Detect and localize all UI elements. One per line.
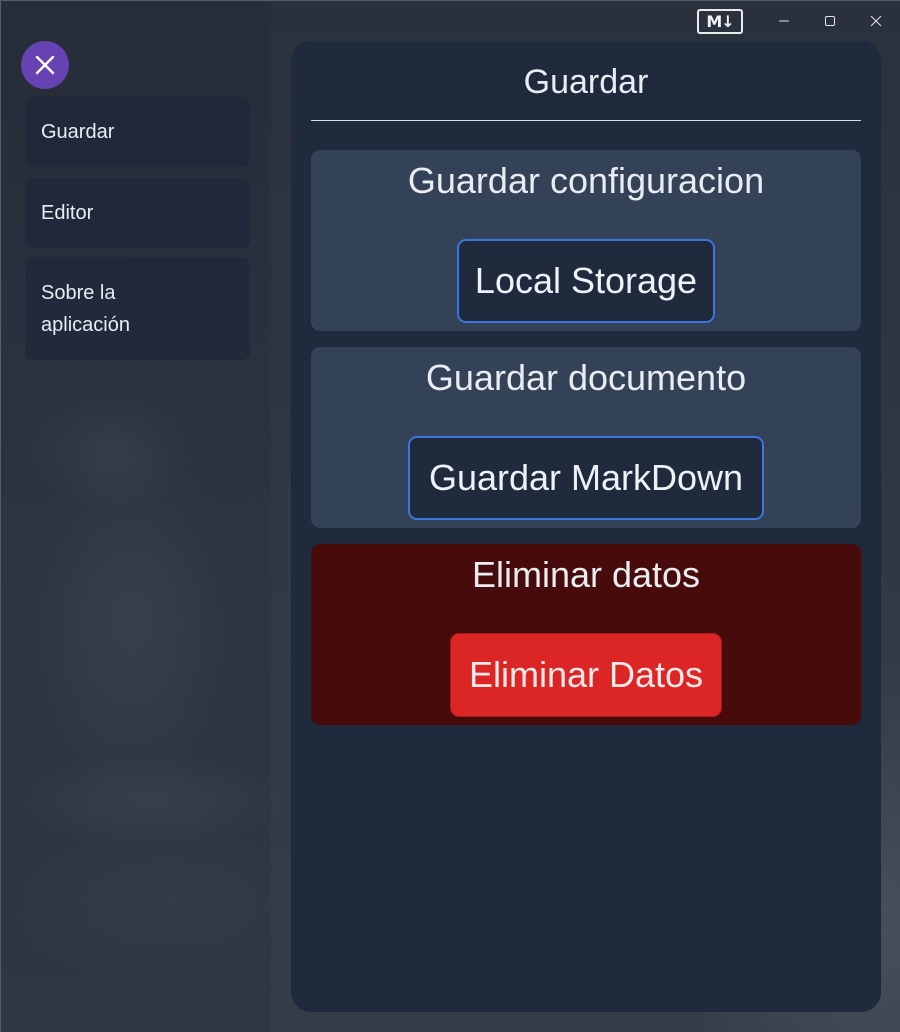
save-document-card: Guardar documento Guardar MarkDown <box>311 347 861 528</box>
save-document-title: Guardar documento <box>425 357 747 398</box>
markdown-logo: M↓ <box>697 8 743 34</box>
sidebar-item-label: Editor <box>41 202 94 224</box>
close-menu-button[interactable] <box>21 41 69 89</box>
delete-data-card: Eliminar datos Eliminar Datos <box>311 544 861 725</box>
sidebar-item-label: Sobre la aplicación <box>41 281 130 336</box>
title-divider <box>311 120 861 121</box>
close-icon <box>35 55 55 75</box>
close-window-button[interactable] <box>853 7 899 35</box>
page-title: Guardar <box>523 63 649 101</box>
sidebar-item-about[interactable]: Sobre la aplicación <box>25 257 250 360</box>
local-storage-button[interactable]: Local Storage <box>457 239 715 323</box>
delete-data-title: Eliminar datos <box>471 554 701 595</box>
sidebar-item-editor[interactable]: Editor <box>25 178 250 248</box>
settings-panel: Guardar Guardar configuracion Local Stor… <box>291 41 881 1012</box>
maximize-button[interactable] <box>807 7 853 35</box>
sidebar-item-guardar[interactable]: Guardar <box>25 97 250 167</box>
maximize-icon <box>825 16 835 26</box>
delete-data-button[interactable]: Eliminar Datos <box>450 633 722 717</box>
window-titlebar-controls: M↓ <box>697 7 899 35</box>
sidebar-item-label: Guardar <box>41 121 115 143</box>
minimize-button[interactable] <box>761 7 807 35</box>
save-config-title: Guardar configuracion <box>407 160 765 201</box>
save-markdown-button[interactable]: Guardar MarkDown <box>408 436 764 520</box>
save-config-card: Guardar configuracion Local Storage <box>311 150 861 331</box>
close-window-icon <box>870 15 882 27</box>
minimize-icon <box>779 20 789 22</box>
